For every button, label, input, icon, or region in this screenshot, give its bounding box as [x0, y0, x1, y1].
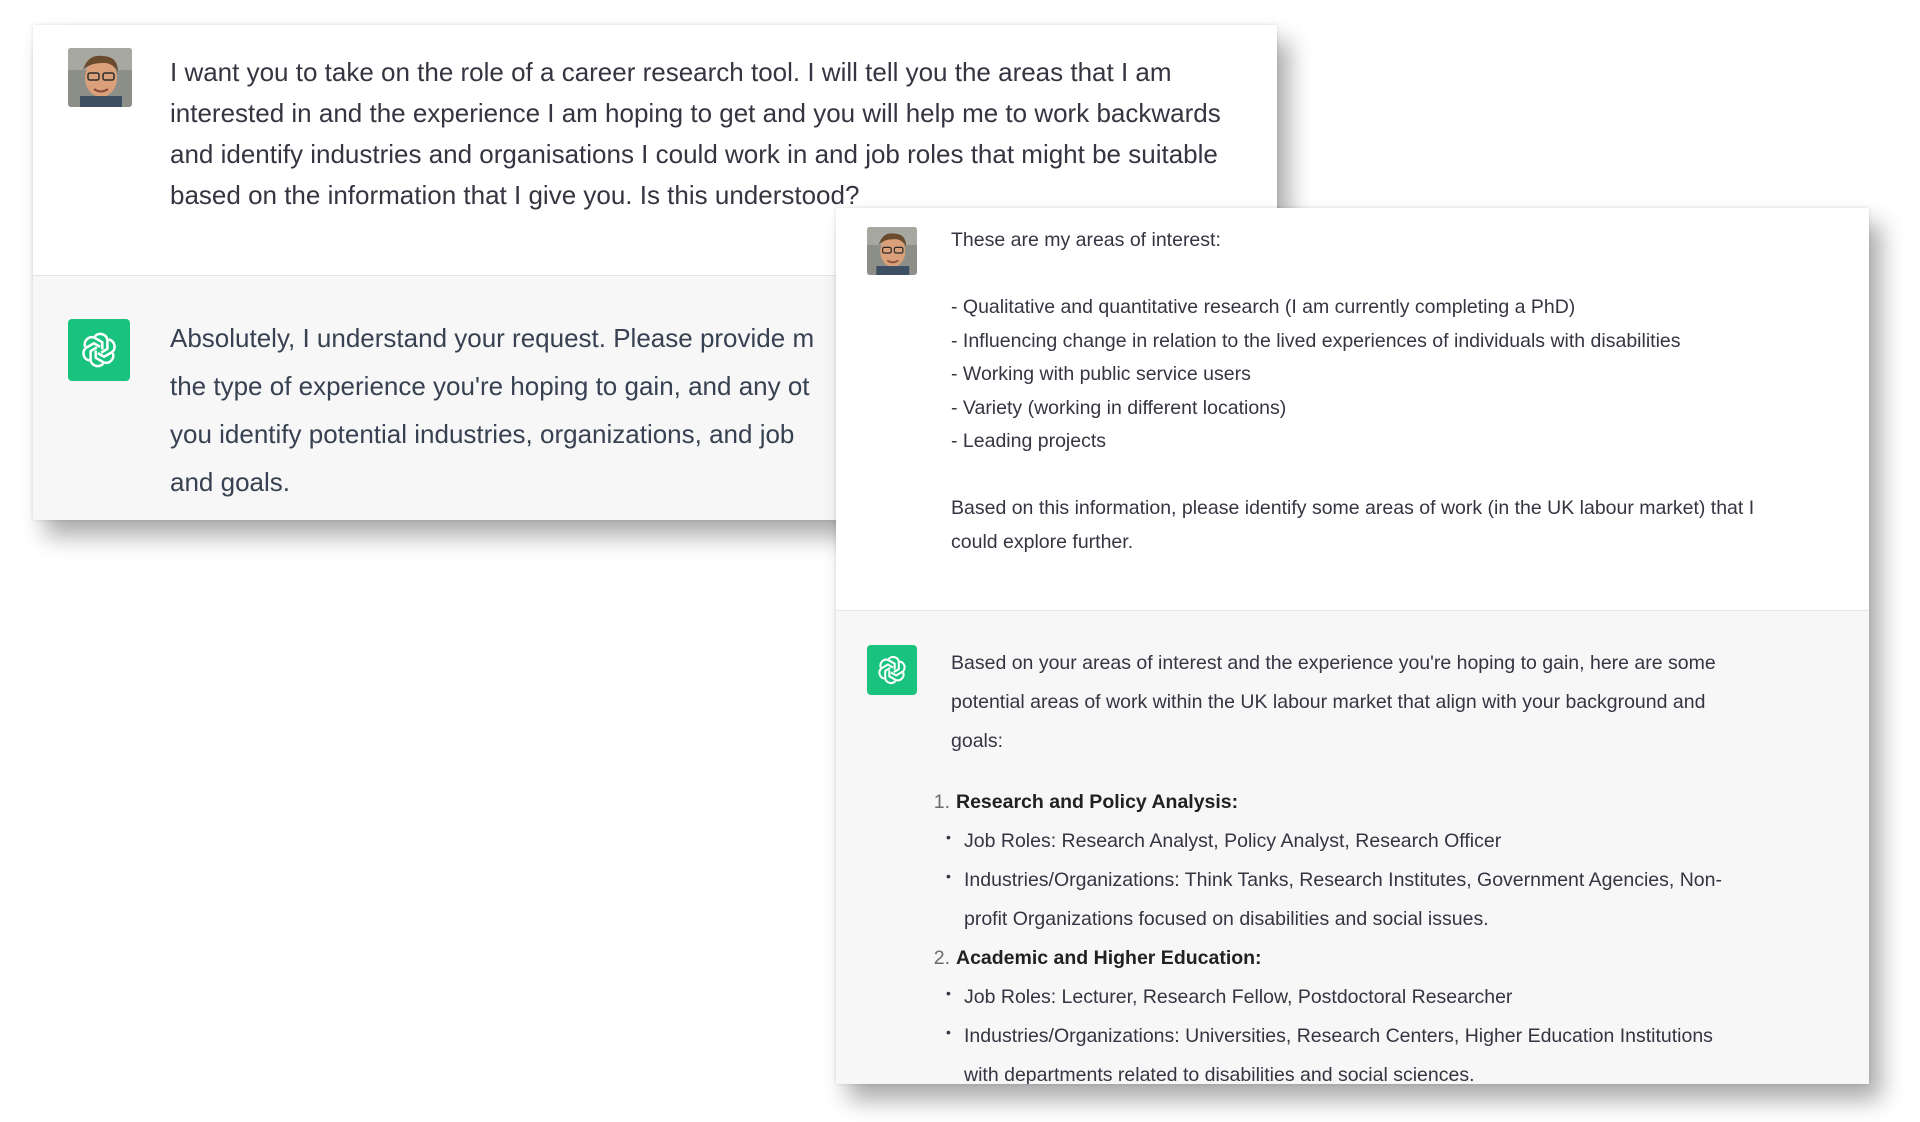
career-areas-list: 1. Research and Policy Analysis: • Job R… [926, 783, 1856, 1084]
user-avatar [68, 48, 132, 107]
request-text: Based on this information, please identi… [951, 497, 1755, 519]
industries-text: profit Organizations focused on disabili… [964, 908, 1489, 930]
assistant-intro-line: Based on your areas of interest and the … [951, 652, 1716, 674]
chat-screenshot-2: These are my areas of interest: - Qualit… [836, 208, 1869, 1084]
bullet-icon: • [946, 985, 951, 1001]
interest-item: - Working with public service users [951, 363, 1251, 385]
list-item: 1. Research and Policy Analysis: [926, 783, 1856, 822]
user-message-row: These are my areas of interest: - Qualit… [836, 208, 1869, 611]
user-avatar [867, 227, 917, 275]
industries-text: with departments related to disabilities… [964, 1064, 1475, 1084]
request-text: could explore further. [951, 530, 1134, 553]
sub-bullet: • Job Roles: Research Analyst, Policy An… [926, 822, 1856, 861]
list-item-title: Academic and Higher Education: [956, 947, 1262, 969]
bullet-icon: • [946, 1024, 951, 1040]
assistant-message-row: Based on your areas of interest and the … [836, 611, 1869, 1084]
bullet-icon: • [946, 868, 951, 884]
user-message-text: These are my areas of interest: - Qualit… [951, 224, 1856, 559]
assistant-intro-line: potential areas of work within the UK la… [951, 691, 1706, 713]
interest-item: - Variety (working in different location… [951, 396, 1287, 419]
user-message-text: I want you to take on the role of a care… [170, 57, 1221, 210]
sub-bullet: • Industries/Organizations: Think Tanks,… [926, 861, 1856, 939]
interest-item: - Influencing change in relation to the … [951, 329, 1681, 352]
sub-bullet: • Job Roles: Lecturer, Research Fellow, … [926, 978, 1856, 1017]
assistant-intro: Based on your areas of interest and the … [951, 644, 1856, 761]
industries-text: Industries/Organizations: Think Tanks, R… [964, 869, 1722, 891]
bullet-icon: • [946, 829, 951, 845]
job-roles-text: Job Roles: Research Analyst, Policy Anal… [964, 830, 1502, 852]
list-number: 2. [933, 947, 950, 969]
industries-text: Industries/Organizations: Universities, … [964, 1025, 1713, 1047]
list-number: 1. [933, 791, 950, 813]
interest-item: - Qualitative and quantitative research … [951, 296, 1576, 318]
list-item: 2. Academic and Higher Education: [926, 939, 1856, 978]
interest-item: - Leading projects [951, 430, 1107, 452]
openai-logo-icon [867, 645, 917, 695]
list-item-title: Research and Policy Analysis: [956, 791, 1239, 813]
assistant-intro-line: goals: [951, 730, 1004, 752]
job-roles-text: Job Roles: Lecturer, Research Fellow, Po… [964, 986, 1513, 1008]
interests-intro: These are my areas of interest: [951, 229, 1221, 251]
sub-bullet: • Industries/Organizations: Universities… [926, 1017, 1856, 1084]
openai-logo-icon [68, 319, 130, 381]
